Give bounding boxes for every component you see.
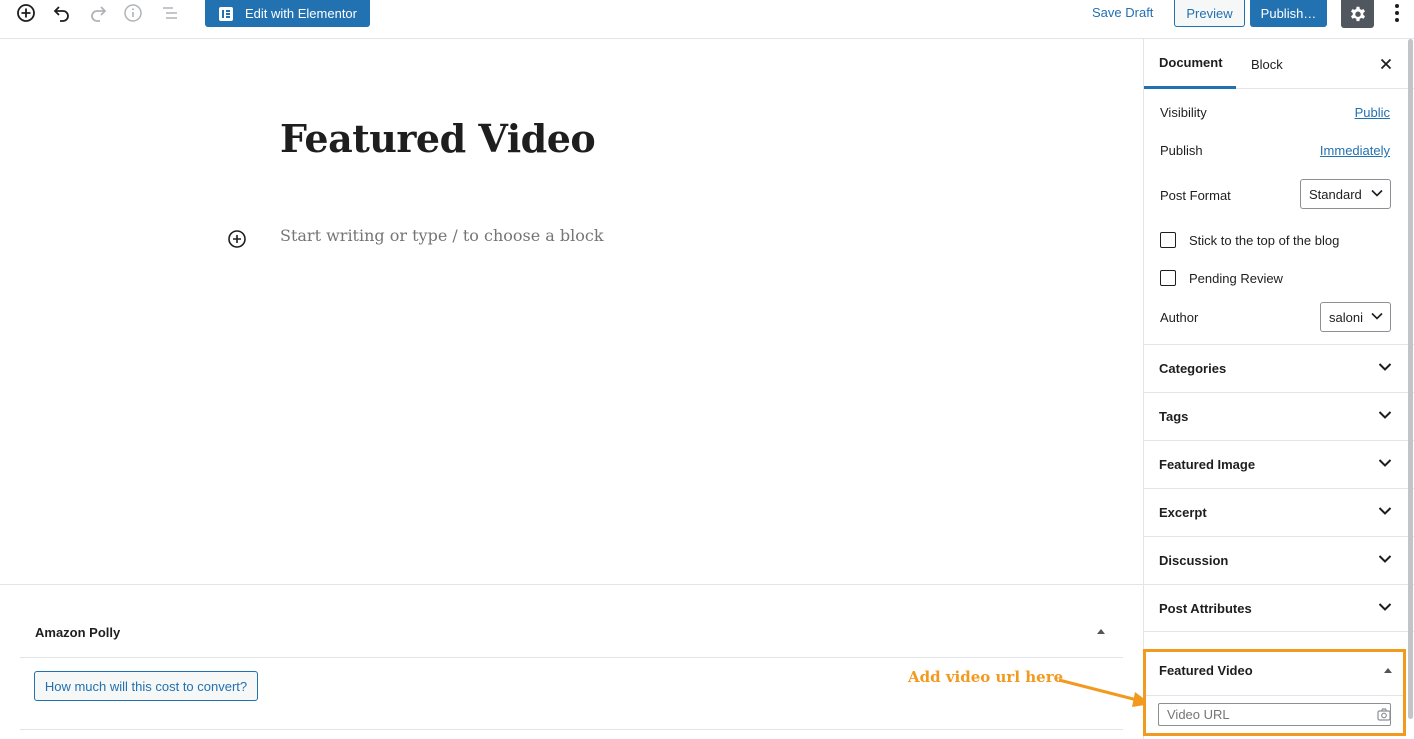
polly-cost-button[interactable]: How much will this cost to convert?: [34, 671, 258, 701]
featured-video-title[interactable]: Featured Video: [1159, 663, 1253, 678]
settings-sidebar: Document Block Visibility Public Publish…: [1143, 39, 1414, 739]
panel-post-attributes[interactable]: Post Attributes: [1144, 584, 1414, 632]
panel-title: Discussion: [1159, 553, 1229, 568]
add-block-icon[interactable]: [11, 0, 41, 26]
chevron-down-icon: [1378, 507, 1392, 515]
publish-date-link[interactable]: Immediately: [1320, 143, 1390, 158]
publish-label: Publish: [1160, 143, 1203, 158]
close-icon: [1380, 58, 1392, 70]
chevron-down-icon: [1378, 411, 1392, 419]
edit-with-elementor-button[interactable]: Edit with Elementor: [205, 0, 370, 27]
metabox-bottom-border: [20, 729, 1123, 730]
panel-title: Excerpt: [1159, 505, 1207, 520]
post-format-select[interactable]: Standard: [1300, 179, 1391, 209]
more-options-button[interactable]: [1384, 0, 1410, 26]
panel-featured-video: Featured Video: [1143, 649, 1406, 736]
panel-featured-image[interactable]: Featured Image: [1144, 440, 1414, 488]
metabox-divider: [0, 584, 1143, 585]
author-value: saloni: [1329, 309, 1363, 325]
undo-icon[interactable]: [47, 0, 77, 26]
panel-title: Categories: [1159, 361, 1227, 376]
post-format-label: Post Format: [1160, 188, 1231, 203]
publish-button[interactable]: Publish…: [1250, 0, 1327, 27]
edit-with-elementor-label: Edit with Elementor: [245, 6, 357, 21]
block-placeholder[interactable]: Start writing or type / to choose a bloc…: [280, 226, 604, 245]
panel-title: Tags: [1159, 409, 1189, 424]
panel-title: Featured Image: [1159, 457, 1256, 472]
chevron-down-icon: [1378, 603, 1392, 611]
settings-button[interactable]: [1341, 0, 1374, 28]
redo-icon[interactable]: [83, 0, 113, 26]
featured-video-separator: [1146, 695, 1403, 696]
block-inserter-button[interactable]: [227, 229, 247, 249]
editor-toolbar: Edit with Elementor Save Draft Preview P…: [0, 0, 1414, 39]
camera-icon[interactable]: [1377, 708, 1391, 721]
panel-title: Post Attributes: [1159, 601, 1252, 616]
amazon-polly-title[interactable]: Amazon Polly: [35, 625, 120, 640]
annotation-arrow-icon: [1058, 678, 1151, 707]
info-icon[interactable]: [118, 0, 148, 26]
panel-tags[interactable]: Tags: [1144, 392, 1414, 440]
tab-block[interactable]: Block: [1251, 39, 1311, 89]
outline-icon[interactable]: [155, 0, 185, 26]
pending-review-checkbox[interactable]: [1160, 270, 1176, 286]
chevron-down-icon: [1371, 312, 1383, 320]
gear-icon: [1350, 6, 1365, 22]
more-vertical-icon: [1395, 4, 1399, 22]
stick-to-top-label[interactable]: Stick to the top of the blog: [1189, 233, 1339, 248]
elementor-logo-icon: [219, 6, 233, 21]
pending-review-label[interactable]: Pending Review: [1189, 271, 1283, 286]
metabox-separator: [20, 657, 1123, 658]
author-select[interactable]: saloni: [1320, 302, 1391, 332]
stick-to-top-checkbox[interactable]: [1160, 232, 1176, 248]
chevron-down-icon: [1378, 459, 1392, 467]
save-draft-button[interactable]: Save Draft: [1084, 0, 1161, 25]
panel-categories[interactable]: Categories: [1144, 344, 1414, 392]
panel-excerpt[interactable]: Excerpt: [1144, 488, 1414, 536]
chevron-down-icon: [1378, 555, 1392, 563]
post-title[interactable]: Featured Video: [280, 116, 596, 161]
post-format-value: Standard: [1309, 186, 1362, 202]
visibility-link[interactable]: Public: [1355, 105, 1390, 120]
caret-up-icon[interactable]: [1383, 666, 1393, 674]
preview-button[interactable]: Preview: [1174, 0, 1245, 27]
add-block-icon: [228, 230, 246, 248]
tab-document[interactable]: Document: [1144, 39, 1236, 89]
chevron-down-icon: [1371, 189, 1383, 197]
close-sidebar-button[interactable]: [1376, 54, 1396, 74]
sidebar-tabs: Document Block: [1144, 39, 1414, 89]
video-url-input[interactable]: [1158, 703, 1391, 726]
visibility-label: Visibility: [1160, 105, 1207, 120]
author-label: Author: [1160, 310, 1199, 325]
panel-discussion[interactable]: Discussion: [1144, 536, 1414, 584]
annotation-text: Add video url here: [908, 668, 1064, 686]
chevron-down-icon: [1378, 363, 1392, 371]
caret-up-icon[interactable]: [1096, 627, 1106, 635]
sidebar-scrollbar[interactable]: [1408, 39, 1413, 719]
